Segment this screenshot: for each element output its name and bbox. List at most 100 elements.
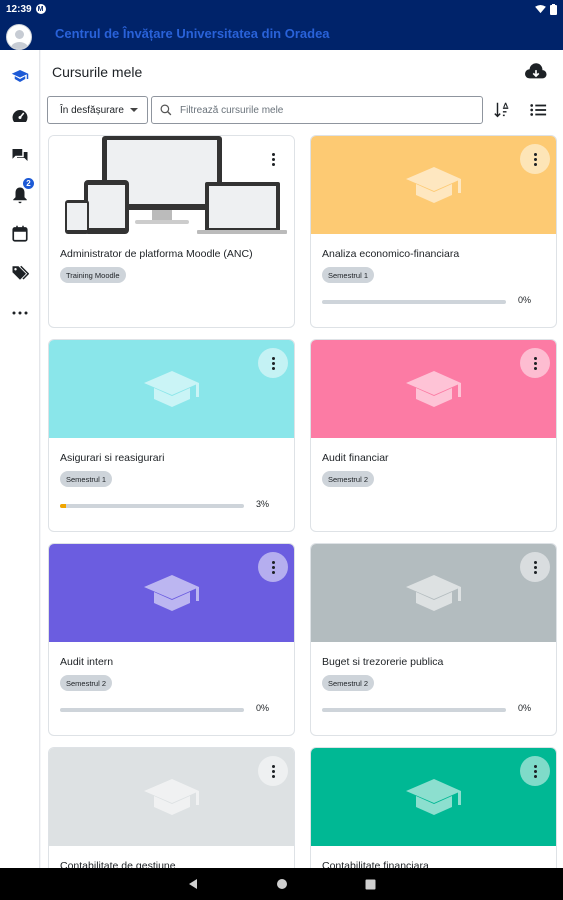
recents-square-icon	[365, 879, 376, 889]
course-card[interactable]: Audit financiar Semestrul 2	[310, 339, 557, 532]
mortarboard-placeholder-icon	[143, 371, 199, 407]
kebab-dot	[271, 565, 275, 569]
notifications-tab[interactable]: 2	[8, 177, 35, 207]
course-name[interactable]: Contabilitate de gestiune	[60, 860, 176, 868]
kebab-dot	[271, 774, 275, 778]
search-box[interactable]	[151, 96, 483, 124]
course-cover-image[interactable]	[49, 544, 294, 642]
course-cover-image[interactable]	[49, 136, 294, 234]
course-cover-image[interactable]	[311, 340, 556, 438]
kebab-dot	[533, 157, 537, 161]
kebab-dot	[533, 366, 537, 370]
course-progress-label: 0%	[518, 703, 532, 713]
list-view-icon[interactable]	[529, 101, 547, 119]
kebab-dot	[533, 570, 537, 574]
course-category-badge: Semestrul 2	[322, 675, 375, 691]
course-options-button[interactable]	[520, 552, 550, 582]
home-button[interactable]	[274, 876, 290, 892]
course-name[interactable]: Asigurari si reasigurari	[60, 452, 164, 464]
dashboard-tab[interactable]	[8, 104, 32, 128]
course-cover-image[interactable]	[311, 136, 556, 234]
dashboard-icon	[12, 110, 28, 122]
kebab-dot	[533, 152, 537, 156]
page-title: Cursurile mele	[52, 64, 143, 80]
calendar-tab[interactable]	[8, 222, 32, 246]
search-icon	[160, 104, 172, 116]
course-card[interactable]: Contabilitate de gestiune	[48, 747, 295, 868]
course-category-badge: Training Moodle	[60, 267, 126, 283]
course-status-filter[interactable]: În desfășurare	[47, 96, 148, 124]
course-card[interactable]: Analiza economico-financiara Semestrul 1 0…	[310, 135, 557, 328]
wifi-icon	[535, 4, 546, 13]
recents-button[interactable]	[363, 876, 379, 892]
kebab-dot	[271, 366, 275, 370]
search-input[interactable]	[180, 104, 470, 116]
more-tab[interactable]	[8, 301, 32, 325]
back-button[interactable]	[185, 876, 201, 892]
course-progress-label: 0%	[518, 295, 532, 305]
course-options-button[interactable]	[520, 348, 550, 378]
course-cover-image[interactable]	[311, 748, 556, 846]
course-card[interactable]: Contabilitate financiara	[310, 747, 557, 868]
mortarboard-placeholder-icon	[405, 167, 461, 203]
course-progress-bar	[322, 300, 506, 304]
kebab-dot	[271, 162, 275, 166]
course-cover-image[interactable]	[49, 748, 294, 846]
cloud-download-icon[interactable]	[525, 62, 547, 82]
course-name[interactable]: Audit financiar	[322, 452, 389, 464]
kebab-dot	[533, 361, 537, 365]
my-courses-tab[interactable]	[8, 64, 32, 88]
sort-icon[interactable]	[493, 101, 511, 119]
course-name[interactable]: Audit intern	[60, 656, 113, 668]
mortarboard-placeholder-icon	[143, 575, 199, 611]
kebab-dot	[533, 769, 537, 773]
tags-icon	[12, 265, 29, 280]
status-time: 12:39	[6, 3, 32, 15]
my-courses-page: Cursurile mele În desfășurare Administra…	[41, 50, 563, 868]
main-menu-rail: 2	[0, 50, 40, 868]
tags-tab[interactable]	[8, 261, 32, 285]
kebab-dot	[271, 152, 275, 156]
site-title: Centrul de Învățare Universitatea din Or…	[55, 26, 330, 41]
course-progress-bar	[60, 708, 244, 712]
course-cover-image[interactable]	[311, 544, 556, 642]
moodle-app-icon: M	[35, 4, 46, 14]
back-triangle-icon	[188, 879, 197, 889]
course-category-badge: Semestrul 1	[322, 267, 375, 283]
mortarboard-placeholder-icon	[405, 779, 461, 815]
calendar-icon	[12, 225, 28, 242]
kebab-dot	[533, 560, 537, 564]
course-card[interactable]: Buget si trezorerie publica Semestrul 2 0%	[310, 543, 557, 736]
course-options-button[interactable]	[258, 552, 288, 582]
devices-cover-image	[64, 136, 287, 234]
course-cover-image[interactable]	[49, 340, 294, 438]
course-name[interactable]: Analiza economico-financiara	[322, 248, 459, 260]
course-options-button[interactable]	[520, 756, 550, 786]
system-navigation-bar	[0, 868, 563, 900]
course-category-badge: Semestrul 2	[60, 675, 113, 691]
kebab-dot	[271, 356, 275, 360]
course-options-button[interactable]	[258, 144, 288, 174]
course-name[interactable]: Contabilitate financiara	[322, 860, 429, 868]
filter-value: În desfășurare	[60, 104, 124, 116]
mortarboard-placeholder-icon	[405, 575, 461, 611]
messages-tab[interactable]	[8, 143, 32, 167]
course-card[interactable]: Audit intern Semestrul 2 0%	[48, 543, 295, 736]
course-options-button[interactable]	[258, 756, 288, 786]
course-name[interactable]: Buget si trezorerie publica	[322, 656, 443, 668]
course-progress-label: 0%	[256, 703, 270, 713]
course-name[interactable]: Administrator de platforma Moodle (ANC)	[60, 248, 253, 260]
course-options-button[interactable]	[520, 144, 550, 174]
course-options-button[interactable]	[258, 348, 288, 378]
kebab-dot	[271, 769, 275, 773]
kebab-dot	[271, 361, 275, 365]
course-card[interactable]: Asigurari si reasigurari Semestrul 1 3%	[48, 339, 295, 532]
user-avatar-icon[interactable]	[6, 24, 32, 50]
mortarboard-placeholder-icon	[143, 779, 199, 815]
kebab-dot	[533, 565, 537, 569]
kebab-dot	[271, 560, 275, 564]
notifications-badge: 2	[22, 177, 35, 190]
course-progress-bar	[60, 504, 244, 508]
more-icon	[12, 311, 28, 315]
course-card[interactable]: Administrator de platforma Moodle (ANC) T…	[48, 135, 295, 328]
